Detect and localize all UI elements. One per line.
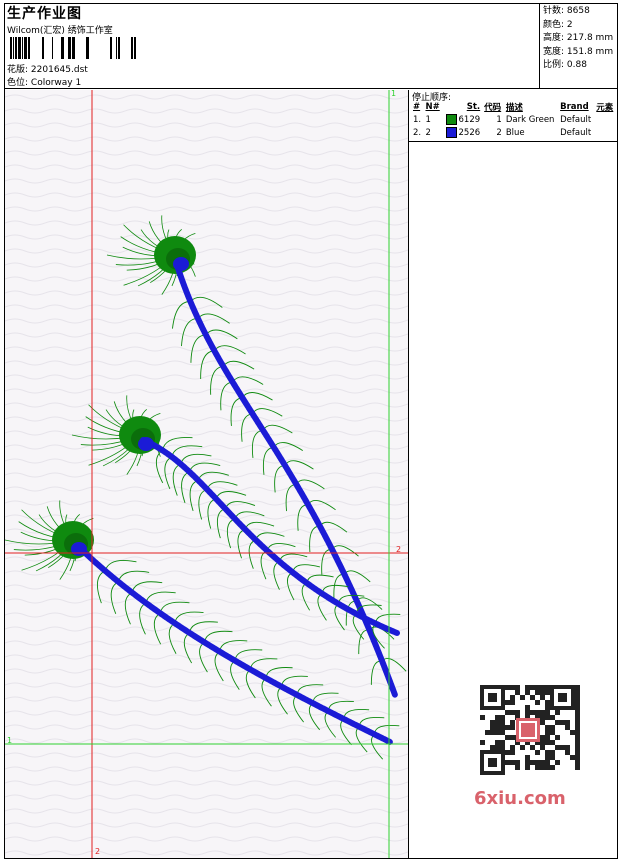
colorway-line: 色位: Colorway 1 [7,75,81,88]
stat-stitches: 针数: 8658 [543,6,590,16]
color-swatch [445,114,457,125]
colorway-value: Colorway 1 [30,78,82,88]
design-value: 2201645.dst [30,65,88,75]
table-row: 2. 2 2526 2 Blue Default [413,127,592,138]
company-name: Wilcom(汇宏) 绣饰工作室 [7,26,113,36]
col-brand: Brand [560,101,589,112]
design-canvas: 1 1 2 2 [5,90,409,858]
stat-scale: 比例: 0.88 [543,60,587,70]
col-element: 元素 [596,102,614,113]
stop-sequence-table: # N# St. 代码 描述 Brand 元素 1. 1 6129 1 Dark… [411,100,616,139]
colorway-label: 色位: [7,78,29,88]
color-swatch [445,127,457,138]
col-description: 描述 [505,102,523,113]
stop-sequence-divider [409,141,618,142]
guide-label-green-left: 1 [7,736,13,745]
stat-height: 高度: 217.8 mm [543,33,614,43]
table-row: 1. 1 6129 1 Dark Green Default [413,114,592,125]
col-index: # [413,101,421,112]
guide-label-red-right: 2 [396,545,402,554]
col-code: 代码 [484,102,502,113]
page-title: 生产作业图 [7,6,82,22]
stat-colors: 颜色: 2 [543,19,573,30]
stat-width: 宽度: 151.8 mm [543,46,614,57]
stats-panel: 针数: 8658 颜色: 2 高度: 217.8 mm 宽度: 151.8 mm… [539,3,618,89]
embroidery-preview [5,90,408,858]
qr-code-watermark [470,680,585,780]
col-needle: N# [425,101,440,112]
guide-label-green-top: 1 [391,90,397,98]
design-label: 花版: [7,65,29,75]
table-header-row: # N# St. 代码 描述 Brand 元素 [411,100,616,113]
guide-label-red-bottom: 2 [95,847,101,856]
col-stitches: St. [466,101,481,112]
barcode [10,37,136,59]
watermark-brand: 6xiu.com [474,788,566,809]
design-line: 花版: 2201645.dst [7,62,88,75]
